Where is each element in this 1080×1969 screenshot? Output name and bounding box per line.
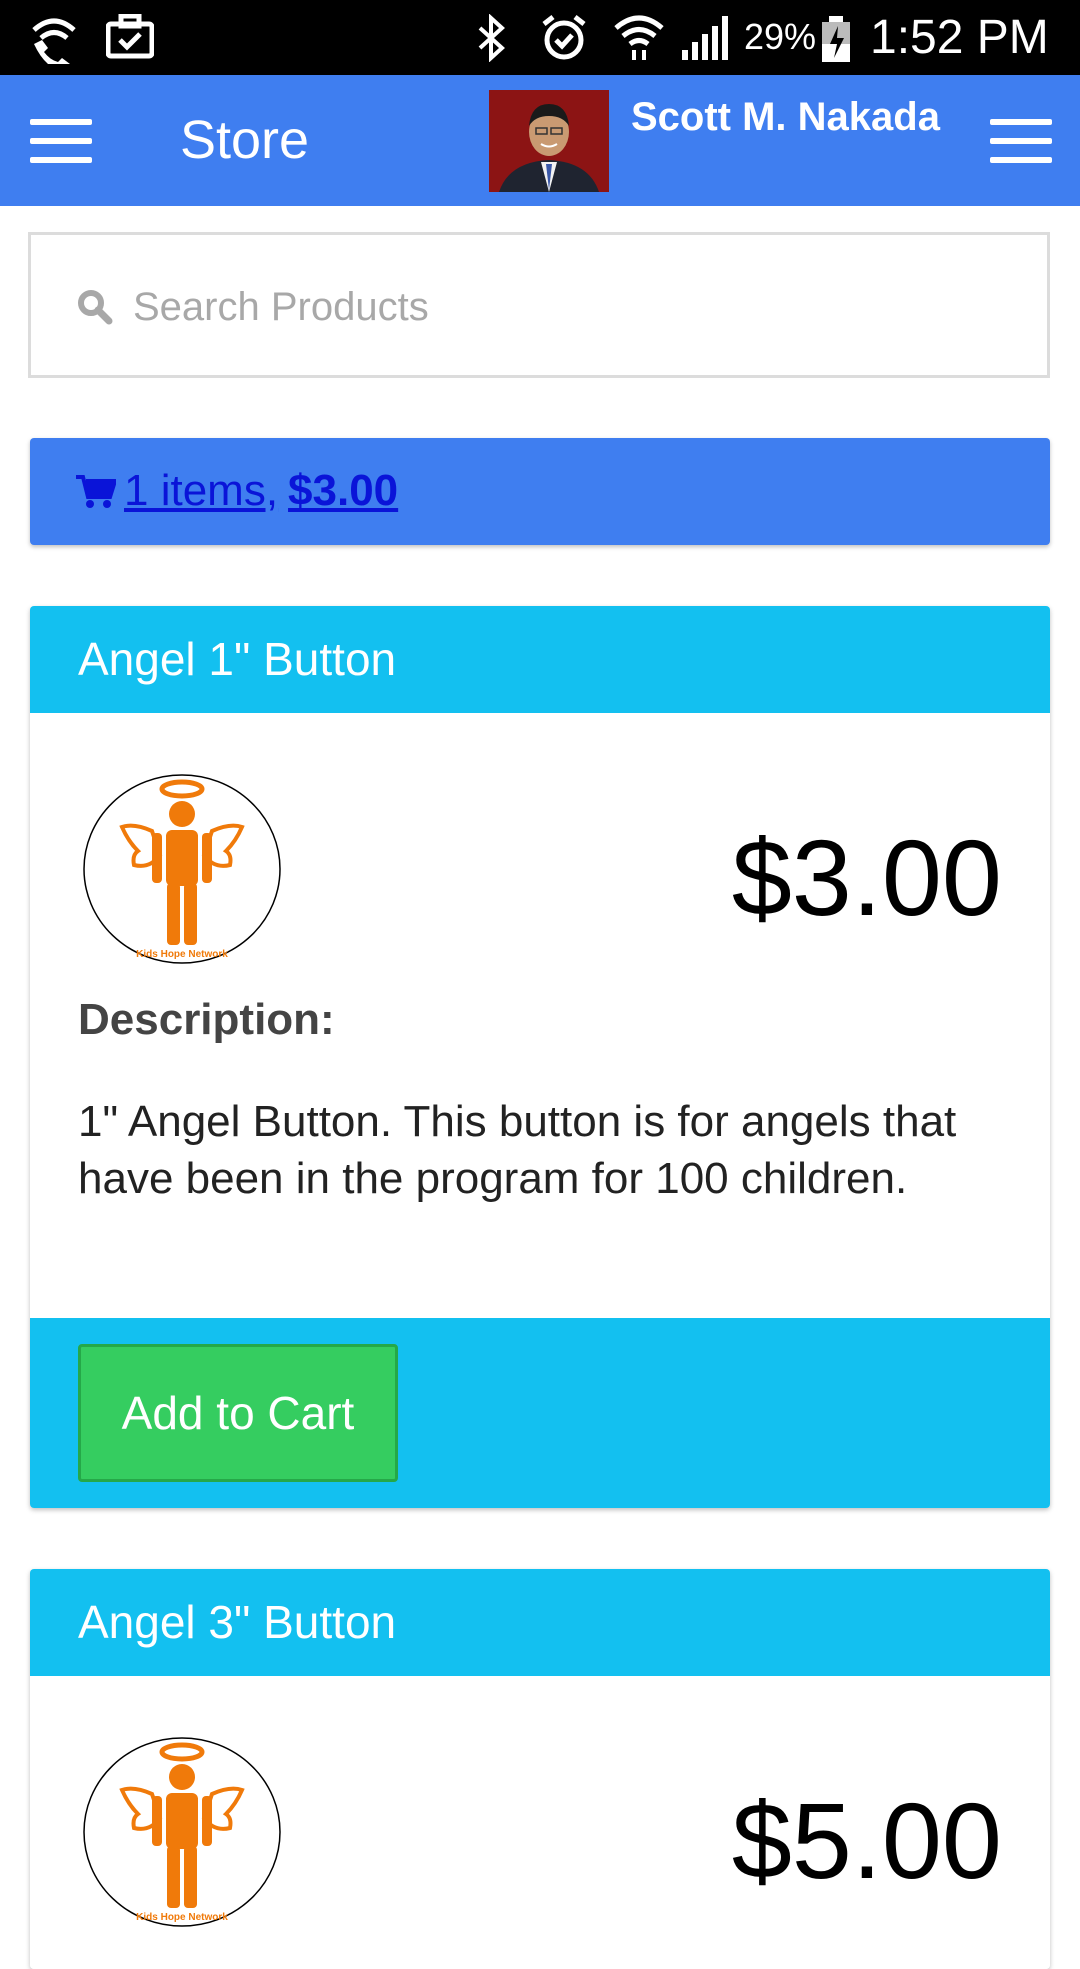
- image-caption: Kids Hope Network: [136, 1912, 228, 1923]
- product-title: Angel 3" Button: [30, 1569, 1050, 1676]
- product-card: Angel 3" Button Kids Hope Network $5.00: [30, 1569, 1050, 1969]
- product-body: Kids Hope Network $5.00: [30, 1676, 1050, 1969]
- alarm-icon: [542, 15, 586, 60]
- angel-logo-image: Kids Hope Network: [83, 774, 281, 964]
- product-price: $3.00: [731, 817, 1002, 938]
- briefcase-icon: [106, 14, 154, 59]
- cart-count: 1 items,: [124, 466, 279, 515]
- card-footer: Add to Cart: [30, 1318, 1050, 1508]
- user-photo: [489, 90, 609, 192]
- battery-percent: 29%: [744, 16, 817, 57]
- product-price: $5.00: [731, 1780, 1002, 1901]
- avatar[interactable]: [489, 90, 609, 192]
- search-box: [28, 232, 1050, 378]
- app-bar: Store Scott M. Nakada: [0, 75, 1080, 206]
- user-name[interactable]: Scott M. Nakada: [631, 95, 940, 140]
- bluetooth-icon: [478, 14, 505, 62]
- angel-logo-image: Kids Hope Network: [83, 1737, 281, 1927]
- add-to-cart-button[interactable]: Add to Cart: [78, 1344, 398, 1482]
- overflow-menu-icon[interactable]: [990, 119, 1052, 163]
- battery-charging-icon: [822, 16, 850, 62]
- status-bar: 29% 1:52 PM: [0, 0, 1080, 75]
- product-card: Angel 1" Button Kids Hope Network $3.00 …: [30, 606, 1050, 1508]
- cart-link[interactable]: 1 items, $3.00: [76, 466, 398, 516]
- page-title: Store: [180, 110, 310, 170]
- wifi-calling-icon: [32, 18, 76, 64]
- signal-icon: [682, 16, 728, 60]
- clock: 1:52 PM: [870, 11, 1049, 64]
- cart-summary: 1 items, $3.00: [30, 438, 1050, 545]
- product-title: Angel 1" Button: [30, 606, 1050, 713]
- description-label: Description:: [78, 995, 335, 1044]
- search-icon: [78, 290, 113, 325]
- cart-total: $3.00: [288, 466, 399, 515]
- product-description: 1" Angel Button. This button is for ange…: [78, 1097, 957, 1203]
- cart-icon: [76, 475, 116, 508]
- image-caption: Kids Hope Network: [136, 949, 228, 960]
- search-input[interactable]: [131, 273, 1015, 341]
- wifi-icon: [614, 15, 664, 60]
- product-body: Kids Hope Network $3.00 Description: 1" …: [30, 713, 1050, 1318]
- menu-icon[interactable]: [30, 119, 92, 163]
